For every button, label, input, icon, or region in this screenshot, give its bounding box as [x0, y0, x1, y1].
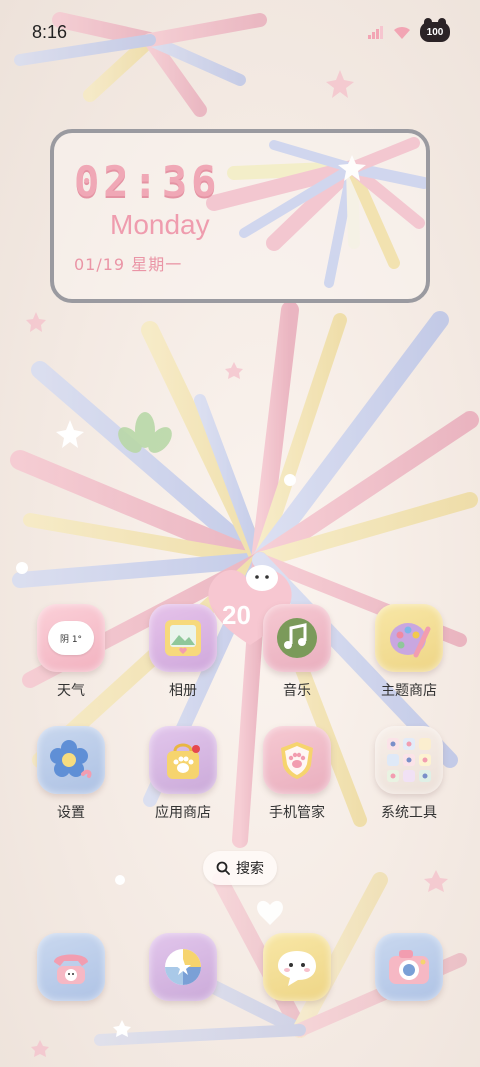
dock-messages[interactable] [242, 933, 352, 1001]
app-weather[interactable]: 阴 1° 天气 [16, 604, 126, 700]
music-note-icon [263, 604, 331, 672]
battery-level: 100 [426, 26, 444, 38]
clock-time: 02:36 [74, 157, 221, 206]
browser-icon [149, 933, 217, 1001]
app-label: 应用商店 [155, 805, 211, 821]
status-time: 8:16 [32, 22, 68, 42]
app-label: 手机管家 [269, 805, 325, 821]
app-app-store[interactable]: 应用商店 [128, 726, 238, 822]
clock-day: Monday [110, 209, 210, 240]
app-label: 天气 [57, 683, 85, 699]
search-label: 搜索 [236, 861, 264, 877]
weather-cloud-icon: 阴 1° [37, 604, 105, 672]
flower-gear-icon [37, 726, 105, 794]
app-label: 主题商店 [381, 683, 437, 699]
paw-shield-icon [263, 726, 331, 794]
photo-album-icon [149, 604, 217, 672]
messages-icon [263, 933, 331, 1001]
clock-widget[interactable]: 02:36 Monday 01/19 星期一 [50, 129, 430, 303]
battery-icon: 100 [420, 18, 450, 42]
app-settings[interactable]: 设置 [16, 726, 126, 822]
camera-icon [375, 933, 443, 1001]
app-photos[interactable]: 相册 [128, 604, 238, 700]
app-label: 音乐 [283, 683, 311, 699]
dock-browser[interactable] [128, 933, 238, 1001]
phone-icon [37, 933, 105, 1001]
app-system-tools[interactable]: 系统工具 [354, 726, 464, 822]
search-button[interactable]: 搜索 [203, 851, 277, 885]
dock-phone[interactable] [16, 933, 126, 1001]
app-phone-manager[interactable]: 手机管家 [242, 726, 352, 822]
wifi-icon [394, 26, 410, 39]
search-icon [216, 861, 230, 875]
app-theme-store[interactable]: 主题商店 [354, 604, 464, 700]
status-bar: 8:16 100 [0, 0, 480, 60]
tools-grid-icon [375, 726, 443, 794]
status-icons: 100 [368, 18, 450, 42]
signal-icon [368, 26, 383, 39]
shopping-bag-icon [149, 726, 217, 794]
palette-icon [375, 604, 443, 672]
dock-camera[interactable] [354, 933, 464, 1001]
app-label: 设置 [57, 805, 85, 821]
clock-date: 01/19 星期一 [74, 255, 183, 274]
app-label: 系统工具 [381, 805, 437, 821]
weather-readout: 阴 1° [48, 621, 94, 655]
app-label: 相册 [169, 683, 197, 699]
app-music[interactable]: 音乐 [242, 604, 352, 700]
